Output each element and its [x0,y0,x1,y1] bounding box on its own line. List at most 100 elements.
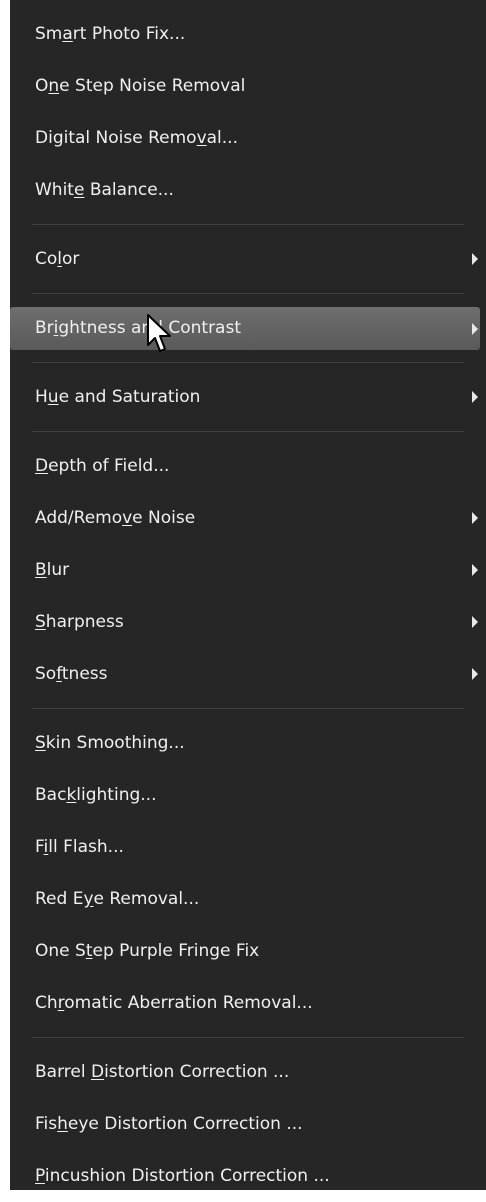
menu-item-label-text: Fis [35,1114,58,1134]
menu-item-label-text: istortion Correction ... [104,1062,290,1082]
mouse-pointer-icon [147,314,171,352]
menu-item-access-key: B [35,560,47,580]
menu-item-label-text: epth of Field... [48,456,170,476]
menu-separator [10,216,486,233]
menu-item-fill-flash[interactable]: Fill Flash... [10,821,486,873]
menu-item-smart-photo-fix[interactable]: Smart Photo Fix... [10,8,486,60]
submenu-arrow-icon [472,668,478,680]
menu-item-label-text: Balance... [84,180,174,200]
menu-item-label-text: harpness [45,612,124,632]
menu-item-label: Digital Noise Removal... [35,128,238,148]
menu-item-label-text: e Noise [132,508,196,528]
menu-item-softness[interactable]: Softness [10,648,486,700]
submenu-arrow-icon [472,322,478,335]
effects-context-menu: Smart Photo Fix... One Step Noise Removal… [10,0,486,1190]
menu-item-label: White Balance... [35,180,174,200]
menu-item-one-step-purple-fringe-fix[interactable]: One Step Purple Fringe Fix [10,925,486,977]
menu-item-access-key: v [196,128,207,148]
menu-item-digital-noise-removal[interactable]: Digital Noise Removal... [10,112,486,164]
menu-separator [10,1029,486,1046]
menu-item-label-text: incushion Distortion Correction ... [44,1166,330,1186]
menu-item-label: Red Eye Removal... [35,889,199,909]
menu-item-label-text: lur [46,560,70,580]
menu-item-label-text: O [35,76,49,96]
menu-item-label-text: ep Purple Fringe Fix [92,941,260,961]
submenu-arrow-icon [472,564,478,576]
menu-item-label: Depth of Field... [35,456,169,476]
menu-item-add-remove-noise[interactable]: Add/Remove Noise [10,492,486,544]
menu-item-depth-of-field[interactable]: Depth of Field... [10,440,486,492]
menu-item-label-text: One S [35,941,86,961]
menu-item-label-text: Digital Noise Remo [35,128,197,148]
submenu-arrow-icon [472,512,478,524]
submenu-arrow-icon [472,391,478,403]
menu-item-label: Pincushion Distortion Correction ... [35,1166,330,1186]
menu-item-label: Color [35,249,79,269]
menu-item-access-key: y [83,889,94,909]
menu-item-access-key: n [48,76,60,96]
menu-item-label-text: e and Saturation [58,387,201,407]
menu-item-label-text: H [35,387,48,407]
menu-item-label-text: Br [35,318,54,338]
menu-item-pincushion-distortion-correction[interactable]: Pincushion Distortion Correction ... [10,1150,486,1202]
menu-item-label: Hue and Saturation [35,387,200,407]
menu-separator [10,354,486,371]
menu-item-label: Fisheye Distortion Correction ... [35,1114,303,1134]
menu-item-access-key: v [122,508,133,528]
menu-item-label: Brightness and Contrast [35,318,241,338]
menu-item-barrel-distortion-correction[interactable]: Barrel Distortion Correction ... [10,1046,486,1098]
menu-item-fisheye-distortion-correction[interactable]: Fisheye Distortion Correction ... [10,1098,486,1150]
menu-item-label-text: al... [206,128,238,148]
menu-item-label: Chromatic Aberration Removal... [35,993,313,1013]
menu-item-red-eye-removal[interactable]: Red Eye Removal... [10,873,486,925]
menu-item-label-text: kin Smoothing... [45,733,185,753]
menu-item-label-text: Co [35,249,58,269]
menu-item-label-text: Bac [35,785,67,805]
menu-item-access-key: a [62,24,73,44]
menu-item-access-key: h [57,1114,68,1134]
menu-separator [10,423,486,440]
menu-separator [10,700,486,717]
menu-item-access-key: D [35,456,49,476]
menu-item-label-text: Red E [35,889,84,909]
menu-item-label: Softness [35,664,108,684]
menu-item-color[interactable]: Color [10,233,486,285]
menu-item-access-key: e [73,180,85,200]
menu-item-label-text: Whit [35,180,74,200]
menu-item-label-text: So [35,664,57,684]
menu-item-label-text: eye Distortion Correction ... [67,1114,303,1134]
menu-item-access-key: k [66,785,77,805]
menu-item-access-key: P [35,1166,45,1186]
menu-item-label: Sharpness [35,612,124,632]
menu-item-label-text: omatic Aberration Removal... [64,993,313,1013]
menu-item-label: One Step Purple Fringe Fix [35,941,259,961]
menu-item-label: Add/Remove Noise [35,508,195,528]
menu-item-hue-and-saturation[interactable]: Hue and Saturation [10,371,486,423]
menu-item-label: One Step Noise Removal [35,76,245,96]
menu-item-skin-smoothing[interactable]: Skin Smoothing... [10,717,486,769]
menu-item-chromatic-aberration-removal[interactable]: Chromatic Aberration Removal... [10,977,486,1029]
menu-item-label-text: Add/Remo [35,508,123,528]
submenu-arrow-icon [472,616,478,628]
menu-item-label-text: Ch [35,993,58,1013]
menu-item-label-text: e Step Noise Removal [59,76,246,96]
menu-item-access-key: D [90,1062,105,1082]
menu-item-blur[interactable]: Blur [10,544,486,596]
menu-item-label-text: ll Flash... [48,837,124,857]
menu-item-label: Skin Smoothing... [35,733,185,753]
menu-item-label-text: or [62,249,80,269]
menu-item-brightness-and-contrast[interactable]: Brightness and Contrast [10,307,480,350]
menu-item-one-step-noise-removal[interactable]: One Step Noise Removal [10,60,486,112]
menu-item-label: Smart Photo Fix... [35,24,185,44]
menu-item-label-text: tness [61,664,108,684]
menu-item-access-key: u [47,387,59,407]
menu-item-label-text: lighting... [76,785,157,805]
menu-item-sharpness[interactable]: Sharpness [10,596,486,648]
menu-item-label-text: Barrel [35,1062,91,1082]
menu-item-access-key: S [35,733,46,753]
menu-item-backlighting[interactable]: Backlighting... [10,769,486,821]
menu-separator [10,285,486,302]
menu-item-white-balance[interactable]: White Balance... [10,164,486,216]
submenu-arrow-icon [472,253,478,265]
menu-item-label-text: Sm [35,24,63,44]
